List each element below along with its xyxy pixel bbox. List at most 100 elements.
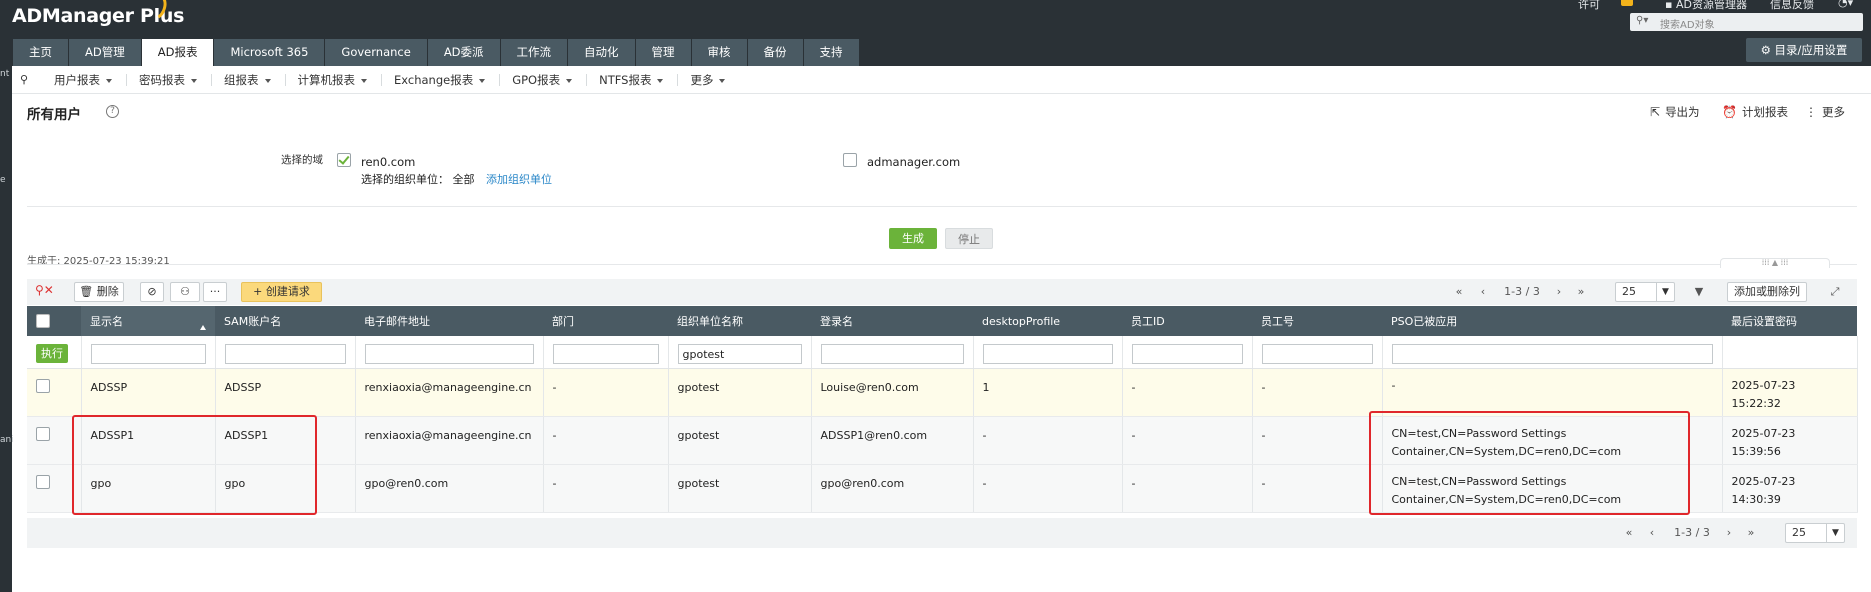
filter-display-name[interactable] <box>90 344 206 364</box>
clear-filter-icon[interactable]: ⚲✕ <box>35 283 54 297</box>
export-link[interactable]: ⇱ 导出为 <box>1650 104 1700 120</box>
filter-ou[interactable] <box>677 344 802 364</box>
tab-home[interactable]: 主页 <box>13 39 69 66</box>
generate-button[interactable]: 生成 <box>889 228 937 249</box>
pwd-time: 15:39:56 <box>1731 444 1781 458</box>
filter-cell <box>668 336 812 369</box>
next-page-icon[interactable]: › <box>1551 283 1567 301</box>
bell-icon[interactable] <box>1621 0 1633 6</box>
search-icon[interactable]: ⚲ <box>20 73 28 86</box>
tab-ad-management[interactable]: AD管理 <box>69 39 142 66</box>
first-page-icon[interactable]: « <box>1451 283 1467 301</box>
next-page-icon[interactable]: › <box>1721 524 1737 542</box>
directory-settings-button[interactable]: ⚙ 目录/应用设置 <box>1746 38 1862 62</box>
column-header-logon[interactable]: 登录名 <box>811 306 973 336</box>
fullscreen-icon[interactable]: ⤢ <box>1827 283 1843 301</box>
filter-employee-id[interactable] <box>1131 344 1243 364</box>
filter-sam[interactable] <box>224 344 346 364</box>
submenu-computer-reports[interactable]: 计算机报表 <box>286 74 382 86</box>
stop-button[interactable]: 停止 <box>945 228 993 249</box>
row-checkbox[interactable] <box>36 378 50 393</box>
app-header: ADManager Plus 许可 ▪ AD资源管理器 信息反馈 ◔▾ ⚲▾ 搜… <box>0 0 1871 66</box>
row-checkbox[interactable] <box>36 426 50 441</box>
tab-admin[interactable]: 管理 <box>635 39 692 66</box>
add-ou-link[interactable]: 添加组织单位 <box>486 173 552 186</box>
tab-automation[interactable]: 自动化 <box>568 39 636 66</box>
tab-audit[interactable]: 审核 <box>691 39 748 66</box>
submenu-label: Exchange报表 <box>394 73 474 87</box>
prev-page-icon[interactable]: ‹ <box>1475 283 1491 301</box>
ad-explorer-link[interactable]: ▪ AD资源管理器 <box>1665 0 1747 12</box>
tab-ad-delegation[interactable]: AD委派 <box>427 39 501 66</box>
schedule-report-link[interactable]: ⏰ 计划报表 <box>1722 104 1788 120</box>
submenu-gpo-reports[interactable]: GPO报表 <box>500 74 588 86</box>
column-header-sam[interactable]: SAM账户名 <box>215 306 355 336</box>
filter-icon[interactable]: ▼ <box>1691 283 1707 301</box>
row-checkbox[interactable] <box>36 474 50 489</box>
select-all-header[interactable] <box>27 306 81 336</box>
tab-support[interactable]: 支持 <box>803 39 860 66</box>
column-header-display-name[interactable]: 显示名 <box>81 306 215 336</box>
chevron-down-icon <box>719 78 726 83</box>
column-header-employee-id[interactable]: 员工ID <box>1122 306 1252 336</box>
tab-governance[interactable]: Governance <box>325 39 428 66</box>
tab-ad-reports[interactable]: AD报表 <box>141 39 215 66</box>
column-header-pso[interactable]: PSO已被应用 <box>1382 306 1722 336</box>
select-all-checkbox[interactable] <box>36 314 50 328</box>
column-header-desktop-profile[interactable]: desktopProfile <box>973 306 1122 336</box>
report-submenu: ⚲ 用户报表 密码报表 组报表 计算机报表 Exchange报表 GPO报表 N… <box>12 66 1871 94</box>
disable-button[interactable]: ⊘ <box>140 282 164 302</box>
prev-page-icon[interactable]: ‹ <box>1644 524 1660 542</box>
feedback-link[interactable]: 信息反馈 <box>1770 0 1814 12</box>
column-header-employee-number[interactable]: 员工号 <box>1252 306 1382 336</box>
user-lock-icon: ⚇ <box>180 285 190 298</box>
tab-backup[interactable]: 备份 <box>747 39 804 66</box>
license-link[interactable]: 许可 <box>1578 0 1600 12</box>
column-header-department[interactable]: 部门 <box>543 306 668 336</box>
domain-checkbox-admanager[interactable] <box>843 153 857 167</box>
filter-desktop-profile[interactable] <box>982 344 1113 364</box>
left-sidebar-strip[interactable]: nt e ani <box>0 55 14 592</box>
chevron-down-icon <box>106 78 112 83</box>
execute-filter-button[interactable]: 执行 <box>36 344 68 363</box>
add-remove-columns-button[interactable]: 添加或删除列 <box>1727 282 1807 302</box>
submenu-group-reports[interactable]: 组报表 <box>212 74 286 86</box>
collapse-handle[interactable]: ⁞⁞⁞ ▲ ⁞⁞⁞ <box>1720 258 1830 268</box>
tab-microsoft-365[interactable]: Microsoft 365 <box>214 39 326 66</box>
last-page-icon[interactable]: » <box>1743 524 1759 542</box>
user-avatar-icon[interactable]: ◔▾ <box>1838 0 1853 9</box>
submenu-exchange-reports[interactable]: Exchange报表 <box>382 73 501 87</box>
page-size-select[interactable]: 25 ▼ <box>1615 282 1675 302</box>
filter-email[interactable] <box>364 344 534 364</box>
column-header-email[interactable]: 电子邮件地址 <box>355 306 543 336</box>
table-row[interactable]: ADSSP ADSSP renxiaoxia@manageengine.cn -… <box>27 368 1858 417</box>
user-lock-button[interactable]: ⚇ <box>170 282 200 302</box>
filter-department[interactable] <box>552 344 659 364</box>
delete-button[interactable]: 🗑 删除 <box>74 282 124 302</box>
create-request-button[interactable]: + 创建请求 <box>241 282 322 302</box>
submenu-more[interactable]: 更多 <box>678 74 739 86</box>
more-actions-link[interactable]: ⋮ 更多 <box>1805 104 1845 120</box>
submenu-password-reports[interactable]: 密码报表 <box>127 74 212 86</box>
help-icon[interactable]: ? <box>106 105 119 118</box>
cell-email: renxiaoxia@manageengine.cn <box>355 368 544 417</box>
table-header-row: 显示名 SAM账户名 电子邮件地址 部门 组织单位名称 登录名 desktopP… <box>27 306 1857 336</box>
more-toolbar-button[interactable]: ··· <box>203 282 227 302</box>
column-header-ou[interactable]: 组织单位名称 <box>668 306 811 336</box>
first-page-icon[interactable]: « <box>1621 524 1637 542</box>
filter-logon[interactable] <box>820 344 964 364</box>
domain-checkbox-ren0[interactable] <box>337 153 351 167</box>
last-page-icon[interactable]: » <box>1573 283 1589 301</box>
page-size-select[interactable]: 25 ▼ <box>1785 523 1845 543</box>
page-range: 1-3 / 3 <box>1504 285 1540 298</box>
filter-employee-number[interactable] <box>1261 344 1373 364</box>
submenu-user-reports[interactable]: 用户报表 <box>42 74 127 86</box>
cell-department: - <box>543 416 669 465</box>
column-header-last-password-set[interactable]: 最后设置密码 <box>1722 306 1857 336</box>
filter-pso[interactable] <box>1391 344 1713 364</box>
submenu-ntfs-reports[interactable]: NTFS报表 <box>587 74 679 86</box>
ad-object-search[interactable]: ⚲▾ 搜索AD对象 <box>1630 13 1863 31</box>
chevron-down-icon <box>657 78 664 83</box>
tab-workflow[interactable]: 工作流 <box>500 39 569 66</box>
submenu-label: 更多 <box>690 73 714 87</box>
